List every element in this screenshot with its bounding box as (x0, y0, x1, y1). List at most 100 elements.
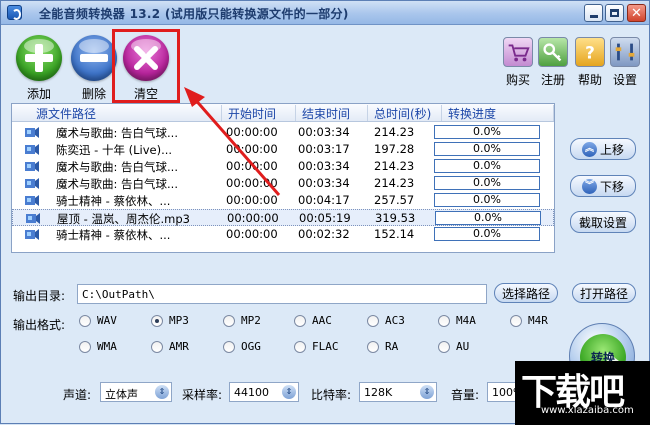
help-button[interactable]: ? 帮助 (575, 37, 605, 88)
format-radio-au[interactable]: AU (438, 340, 469, 353)
radio-dot[interactable] (79, 314, 91, 327)
table-row[interactable]: 屋顶 - 温岚、周杰伦.mp3 00:00:00 00:05:19 319.53 0.0… (12, 209, 554, 226)
add-button[interactable]: 添加 (16, 35, 62, 102)
clip-settings-button[interactable]: 截取设置 (570, 211, 636, 233)
radio-dot[interactable] (223, 314, 235, 327)
help-label: 帮助 (577, 73, 602, 87)
format-radio-m4r[interactable]: M4R (510, 314, 548, 327)
cell-start-time: 00:00:00 (226, 125, 278, 139)
cell-end-time: 00:03:17 (298, 142, 350, 156)
format-name: AAC (312, 314, 332, 327)
format-radio-ra[interactable]: RA (367, 340, 398, 353)
format-name: OGG (241, 340, 261, 353)
cell-total-time: 214.23 (374, 176, 415, 190)
header-start-time[interactable]: 开始时间 (222, 105, 296, 121)
move-down-label: 下移 (599, 179, 624, 194)
help-icon: ? (575, 37, 605, 67)
choose-path-button[interactable]: 选择路径 (494, 283, 558, 303)
channel-select[interactable]: 立体声 ⇕ (100, 382, 172, 402)
radio-dot[interactable] (79, 340, 91, 353)
plus-icon (16, 35, 62, 81)
file-list[interactable]: 源文件路径 开始时间 结束时间 总时间(秒) 转换进度 魔术与歌曲: 告白气球.… (11, 103, 555, 253)
sample-rate-select[interactable]: 44100 ⇕ (229, 382, 299, 402)
radio-dot[interactable] (151, 314, 163, 327)
bitrate-value: 128K (364, 386, 393, 399)
open-path-button[interactable]: 打开路径 (572, 283, 636, 303)
radio-dot[interactable] (510, 314, 522, 327)
table-row[interactable]: 骑士精神 - 蔡依林、... 00:00:00 00:02:32 152.14 0.0% (12, 226, 554, 243)
title-bar[interactable]: 全能音频转换器 13.2 (试用版只能转换源文件的一部分) ✕ (1, 1, 649, 25)
format-radio-wav[interactable]: WAV (79, 314, 117, 327)
cell-total-time: 214.23 (374, 125, 415, 139)
header-progress[interactable]: 转换进度 (442, 105, 554, 121)
settings-button[interactable]: 设置 (610, 37, 640, 88)
cell-end-time: 00:05:19 (299, 211, 351, 225)
dropdown-arrow-icon: ⇕ (155, 385, 169, 399)
output-path-field[interactable]: C:\OutPath\ (77, 284, 487, 304)
radio-dot[interactable] (151, 340, 163, 353)
cell-total-time: 319.53 (375, 211, 416, 225)
sample-rate-value: 44100 (234, 386, 269, 399)
dropdown-arrow-icon: ⇕ (420, 385, 434, 399)
cell-total-time: 214.23 (374, 159, 415, 173)
format-radio-amr[interactable]: AMR (151, 340, 189, 353)
minimize-button[interactable] (584, 4, 603, 22)
format-radio-aac[interactable]: AAC (294, 314, 332, 327)
clip-settings-label: 截取设置 (578, 215, 627, 230)
progress-bar: 0.0% (434, 159, 540, 173)
move-down-button[interactable]: ︾ 下移 (570, 175, 636, 197)
audio-file-icon (25, 161, 39, 172)
radio-dot[interactable] (294, 314, 306, 327)
radio-dot[interactable] (294, 340, 306, 353)
cell-end-time: 00:03:34 (298, 125, 350, 139)
format-name: MP2 (241, 314, 261, 327)
format-radio-mp3[interactable]: MP3 (151, 314, 189, 327)
sample-rate-label: 采样率: (182, 388, 223, 402)
table-row[interactable]: 陈奕迅 - 十年 (Live)... 00:00:00 00:03:17 197.28… (12, 141, 554, 158)
header-total-time[interactable]: 总时间(秒) (368, 105, 442, 121)
table-row[interactable]: 魔术与歌曲: 告白气球... 00:00:00 00:03:34 214.23 0.0% (12, 158, 554, 175)
buy-button[interactable]: 购买 (503, 37, 533, 88)
cell-file-name: 屋顶 - 温岚、周杰伦.mp3 (57, 212, 190, 226)
format-radio-ogg[interactable]: OGG (223, 340, 261, 353)
radio-dot[interactable] (438, 340, 450, 353)
format-radio-flac[interactable]: FLAC (294, 340, 339, 353)
table-row[interactable]: 魔术与歌曲: 告白气球... 00:00:00 00:03:34 214.23 0.0% (12, 124, 554, 141)
bitrate-select[interactable]: 128K ⇕ (359, 382, 437, 402)
delete-button[interactable]: 删除 (71, 35, 117, 102)
header-source-path[interactable]: 源文件路径 (30, 105, 222, 121)
maximize-button[interactable] (605, 4, 624, 22)
maximize-icon (610, 9, 619, 17)
cart-icon (503, 37, 533, 67)
tools-icon (610, 37, 640, 67)
close-icon: ✕ (631, 5, 642, 21)
progress-bar: 0.0% (434, 193, 540, 207)
app-window: 全能音频转换器 13.2 (试用版只能转换源文件的一部分) ✕ 添加 删除 清空… (0, 0, 650, 425)
close-button[interactable]: ✕ (627, 4, 646, 22)
radio-dot[interactable] (367, 314, 379, 327)
format-name: AMR (169, 340, 189, 353)
table-row[interactable]: 骑士精神 - 蔡依林、... 00:00:00 00:04:17 257.57 0.0% (12, 192, 554, 209)
radio-dot[interactable] (223, 340, 235, 353)
radio-dot[interactable] (438, 314, 450, 327)
register-label: 注册 (540, 73, 565, 87)
format-radio-wma[interactable]: WMA (79, 340, 117, 353)
move-up-button[interactable]: ︽ 上移 (570, 138, 636, 160)
audio-file-icon (25, 127, 39, 138)
audio-file-icon (26, 213, 40, 224)
format-radio-mp2[interactable]: MP2 (223, 314, 261, 327)
table-row[interactable]: 魔术与歌曲: 告白气球... 00:00:00 00:03:34 214.23 0.0% (12, 175, 554, 192)
cell-total-time: 257.57 (374, 193, 415, 207)
format-radio-m4a[interactable]: M4A (438, 314, 476, 327)
key-icon (538, 37, 568, 67)
minimize-icon (589, 14, 598, 18)
header-end-time[interactable]: 结束时间 (296, 105, 368, 121)
buy-label: 购买 (505, 73, 530, 87)
radio-dot[interactable] (367, 340, 379, 353)
format-radio-ac3[interactable]: AC3 (367, 314, 405, 327)
list-header: 源文件路径 开始时间 结束时间 总时间(秒) 转换进度 (12, 104, 554, 122)
clear-highlight-box (112, 29, 180, 103)
svg-text:?: ? (585, 43, 595, 63)
dropdown-arrow-icon: ⇕ (282, 385, 296, 399)
register-button[interactable]: 注册 (538, 37, 568, 88)
